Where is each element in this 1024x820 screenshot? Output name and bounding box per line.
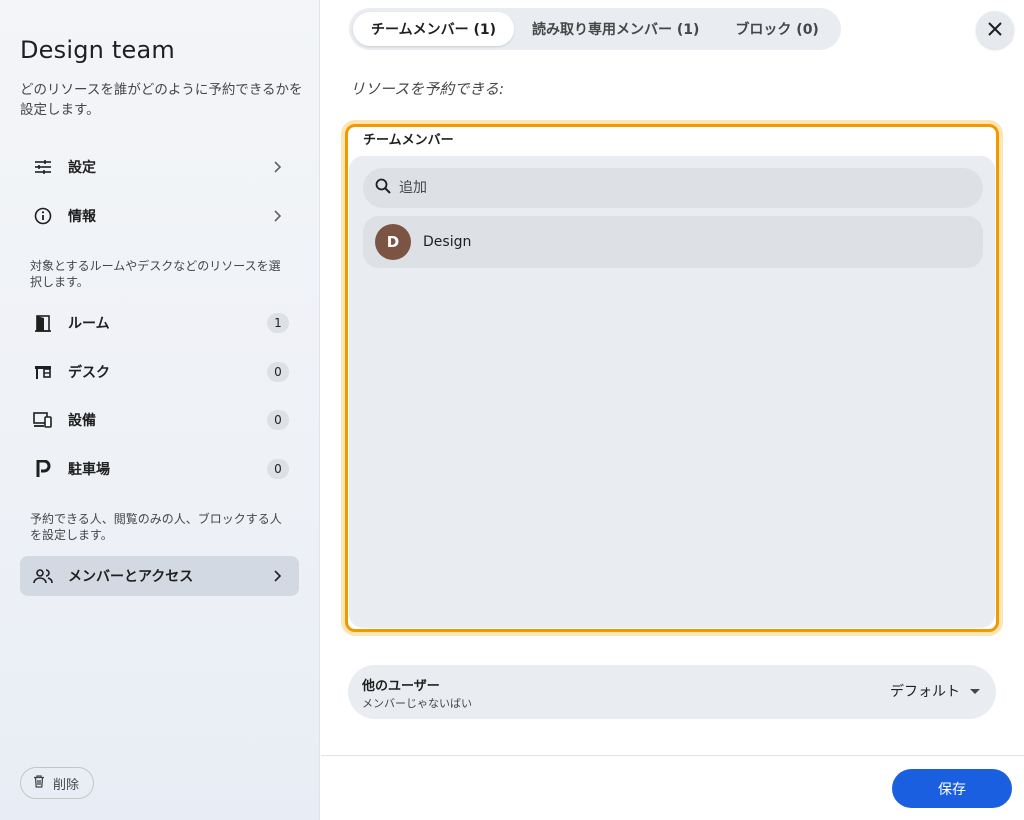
other-users-permission-select[interactable]: デフォルト (890, 681, 980, 701)
search-icon (375, 178, 391, 198)
trash-icon (33, 774, 45, 792)
member-name: Design (423, 234, 472, 250)
desk-icon (32, 361, 54, 383)
chevron-right-icon (265, 564, 289, 588)
main-panel: チームメンバー (1) 読み取り専用メンバー (1) ブロック (0) リソース… (321, 0, 1024, 820)
other-users-setting: 他のユーザー メンバーじゃないばい デフォルト (348, 665, 996, 719)
count-badge: 0 (267, 362, 289, 382)
avatar: D (375, 224, 411, 260)
other-users-subtitle: メンバーじゃないばい (362, 697, 472, 710)
tab-blocked[interactable]: ブロック (0) (717, 12, 836, 46)
devices-icon (32, 409, 54, 431)
add-member-search[interactable] (363, 168, 983, 208)
footer: 保存 (321, 755, 1024, 820)
sidebar-item-info[interactable]: 情報 (20, 196, 299, 236)
sidebar-item-members-access[interactable]: メンバーとアクセス (20, 556, 299, 596)
team-title: Design team (20, 36, 175, 64)
count-badge: 0 (267, 410, 289, 430)
sidebar-item-label: デスク (68, 365, 110, 381)
sidebar-item-settings[interactable]: 設定 (20, 147, 299, 187)
count-badge: 0 (267, 459, 289, 479)
door-icon (32, 312, 54, 334)
sidebar-item-label: 設定 (68, 160, 96, 176)
tune-icon (32, 156, 54, 178)
tab-team-members[interactable]: チームメンバー (1) (353, 12, 514, 46)
count-badge: 1 (267, 313, 289, 333)
info-icon (32, 205, 54, 227)
close-button[interactable] (976, 11, 1014, 49)
access-hint: 予約できる人、閲覧のみの人、ブロックする人を設定します。 (30, 512, 282, 542)
team-members-panel: チームメンバー D Design (345, 124, 999, 632)
tab-read-only-members[interactable]: 読み取り専用メンバー (1) (514, 12, 717, 46)
sidebar-item-label: 駐車場 (68, 462, 110, 478)
dropdown-arrow-icon (970, 683, 980, 699)
sidebar-item-label: メンバーとアクセス (68, 569, 194, 585)
delete-label: 削除 (53, 777, 80, 793)
save-button[interactable]: 保存 (892, 769, 1012, 808)
page-subtitle: リソースを予約できる: (350, 80, 505, 98)
parking-icon (32, 458, 54, 480)
panel-title: チームメンバー (363, 133, 454, 148)
other-users-title: 他のユーザー (362, 679, 440, 694)
sidebar-item-label: ルーム (68, 316, 110, 332)
sidebar-item-rooms[interactable]: ルーム 1 (20, 303, 299, 343)
sidebar-description: どのリソースを誰がどのように予約できるかを設定します。 (20, 82, 303, 118)
sidebar-item-desks[interactable]: デスク 0 (20, 352, 299, 392)
sidebar-item-label: 情報 (68, 209, 96, 225)
chevron-right-icon (265, 155, 289, 179)
sidebar: Design team どのリソースを誰がどのように予約できるかを設定します。 … (0, 0, 320, 820)
member-list-container: D Design (349, 156, 995, 628)
chevron-right-icon (265, 204, 289, 228)
add-member-input[interactable] (399, 180, 959, 196)
delete-button[interactable]: 削除 (20, 767, 95, 799)
sidebar-item-label: 設備 (68, 413, 96, 429)
sidebar-item-equipment[interactable]: 設備 0 (20, 400, 299, 440)
tab-bar: チームメンバー (1) 読み取り専用メンバー (1) ブロック (0) (349, 8, 841, 50)
list-item[interactable]: D Design (363, 216, 983, 268)
sidebar-item-parking[interactable]: 駐車場 0 (20, 449, 299, 489)
resources-hint: 対象とするルームやデスクなどのリソースを選択します。 (30, 259, 281, 289)
close-icon (988, 21, 1002, 40)
group-icon (32, 565, 54, 587)
other-users-permission-value: デフォルト (890, 684, 960, 700)
